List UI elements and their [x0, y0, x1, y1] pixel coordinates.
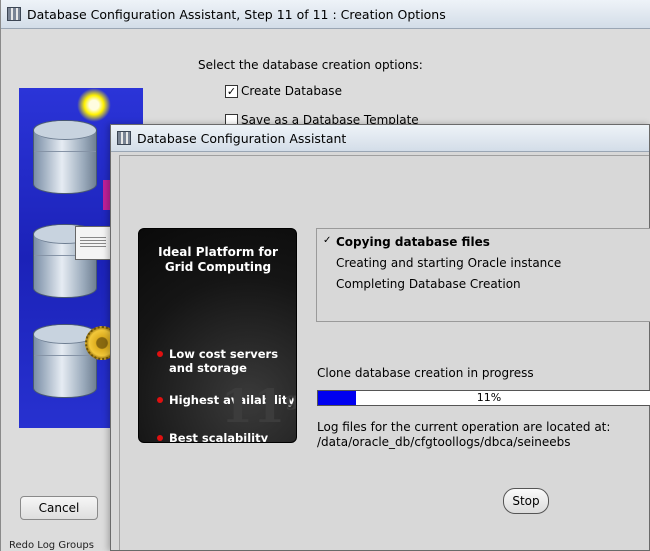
dialog-title: Database Configuration Assistant	[137, 130, 347, 146]
log-location-label: Log files for the current operation are …	[317, 420, 611, 434]
back-window-title: Database Configuration Assistant, Step 1…	[27, 6, 446, 22]
step-item: Copying database files	[336, 235, 490, 249]
logo-number: 11	[221, 379, 286, 433]
progress-text: 11%	[476, 391, 502, 404]
app-icon	[117, 131, 131, 145]
bullet-icon	[157, 351, 163, 357]
create-database-label: Create Database	[241, 84, 342, 98]
progress-label: Clone database creation in progress	[317, 366, 534, 380]
database-cylinder-icon	[33, 120, 97, 194]
cancel-button[interactable]: Cancel	[20, 496, 98, 520]
progress-bar: 11%	[317, 390, 650, 406]
oracle-promo-panel: Ideal Platform for Grid Computing Low co…	[138, 228, 297, 443]
steps-list: ✓ Copying database files Creating and st…	[316, 228, 650, 322]
progress-dialog: Database Configuration Assistant Ideal P…	[110, 124, 650, 551]
redo-log-groups-label: Redo Log Groups	[9, 540, 94, 551]
dialog-body: Ideal Platform for Grid Computing Low co…	[119, 155, 650, 550]
create-database-option[interactable]: ✓ Create Database	[225, 84, 342, 98]
promo-item-text: Low cost servers and storage	[169, 347, 279, 375]
document-icon	[75, 226, 111, 260]
star-icon	[77, 88, 111, 122]
logo-sup: g	[285, 387, 296, 411]
check-icon: ✓	[323, 235, 332, 246]
bullet-icon	[157, 397, 163, 403]
options-heading: Select the database creation options:	[198, 58, 423, 72]
log-location-path: /data/oracle_db/cfgtoollogs/dbca/seineeb…	[317, 435, 571, 449]
oracle-11g-logo: 11g	[221, 379, 296, 433]
app-icon	[7, 7, 21, 21]
promo-item: Low cost servers and storage	[157, 347, 296, 375]
back-titlebar[interactable]: Database Configuration Assistant, Step 1…	[1, 0, 650, 29]
dialog-titlebar[interactable]: Database Configuration Assistant	[111, 125, 649, 152]
stop-button[interactable]: Stop	[503, 488, 549, 514]
bullet-icon	[157, 435, 163, 441]
step-item: Creating and starting Oracle instance	[336, 256, 562, 270]
promo-title: Ideal Platform for Grid Computing	[158, 245, 278, 274]
step-item: Completing Database Creation	[336, 277, 521, 291]
create-database-checkbox[interactable]: ✓	[225, 84, 238, 98]
